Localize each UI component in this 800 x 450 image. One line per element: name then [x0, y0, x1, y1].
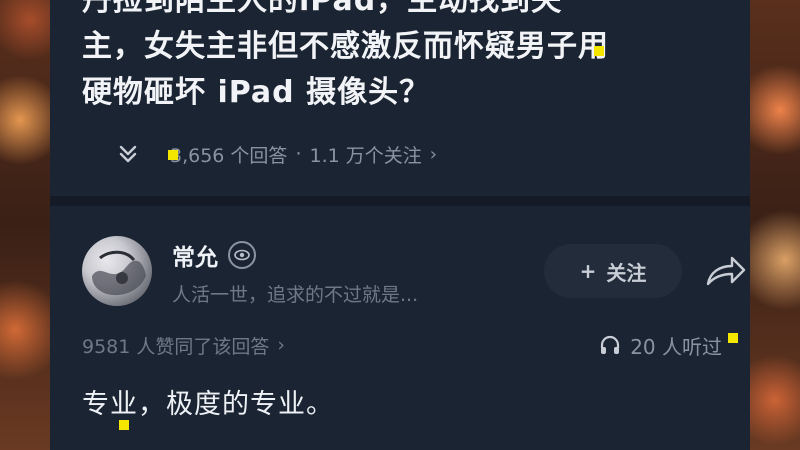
avatar[interactable]	[82, 236, 152, 306]
question-title[interactable]: 丹捡到陌生人的iPad，主动找到失 主，女失主非但不感激反而怀疑男子用 硬物砸坏…	[82, 0, 722, 116]
meta-separator: ·	[295, 143, 302, 165]
follow-button[interactable]: + 关注	[544, 244, 682, 298]
question-meta: 3,656 个回答 · 1.1 万个关注 ›	[100, 132, 437, 176]
marker-square	[594, 46, 604, 56]
share-arrow-icon	[706, 256, 746, 286]
author-row: 常允 人活一世，追求的不过就是... + 关注	[82, 236, 746, 308]
listens-indicator[interactable]: 20 人听过	[598, 331, 722, 360]
double-chevron-down-icon	[119, 145, 137, 163]
marker-square	[168, 150, 178, 160]
author-name: 常允	[172, 245, 218, 271]
author-bio: 人活一世，追求的不过就是...	[172, 284, 419, 306]
avatar-art-icon	[92, 250, 146, 296]
answer-card: 丹捡到陌生人的iPad，主动找到失 主，女失主非但不感激反而怀疑男子用 硬物砸坏…	[50, 0, 750, 450]
question-title-line-2: 主，女失主非但不感激反而怀疑男子用	[82, 29, 609, 64]
eye-badge-icon	[228, 241, 256, 269]
answers-count: 3,656 个回答	[170, 144, 288, 167]
question-title-line-1: 丹捡到陌生人的iPad，主动找到失	[82, 0, 563, 18]
marker-square	[119, 420, 129, 430]
answer-stats-row: 9581 人赞同了该回答 › 20 人听过	[82, 328, 722, 362]
author-name-block[interactable]: 常允	[172, 238, 256, 272]
plus-icon: +	[579, 259, 597, 283]
question-stats-link[interactable]: 3,656 个回答 · 1.1 万个关注 ›	[170, 141, 437, 168]
listens-count: 20 人听过	[630, 334, 722, 359]
question-title-line-3: 硬物砸坏 iPad 摄像头？	[82, 75, 431, 110]
likes-link[interactable]: 9581 人赞同了该回答 ›	[82, 332, 285, 359]
collapse-button[interactable]	[100, 132, 156, 176]
chevron-right-icon: ›	[277, 334, 286, 356]
followers-count: 1.1 万个关注	[309, 144, 422, 167]
marker-square	[728, 333, 738, 343]
answer-body[interactable]: 专业，极度的专业。	[82, 382, 334, 421]
share-button[interactable]	[702, 248, 750, 296]
headphones-icon	[601, 335, 620, 354]
follow-label: 关注	[606, 260, 647, 285]
section-divider	[50, 196, 750, 206]
chevron-right-icon: ›	[429, 143, 437, 165]
likes-count: 9581 人赞同了该回答	[82, 335, 270, 358]
